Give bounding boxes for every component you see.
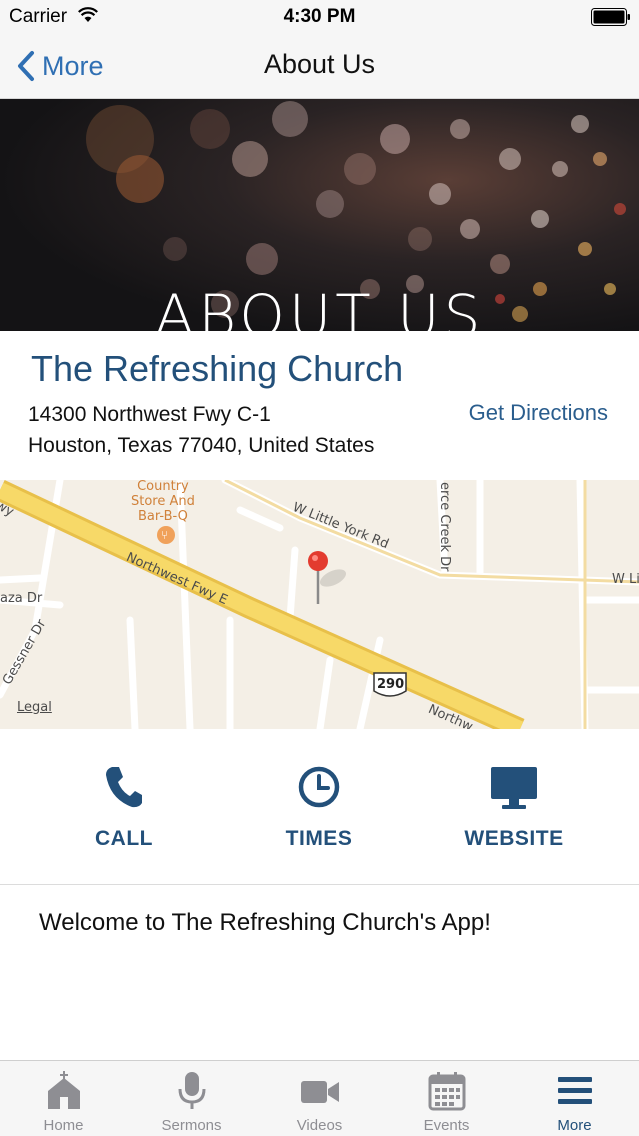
monitor-icon bbox=[491, 767, 537, 809]
map-label-plaza: aza Dr bbox=[0, 591, 43, 606]
poi-restaurant-icon: ⑂ bbox=[161, 528, 169, 542]
status-bar: Carrier 4:30 PM bbox=[0, 0, 639, 34]
tab-sermons-label: Sermons bbox=[161, 1117, 222, 1134]
battery-icon bbox=[591, 8, 630, 26]
welcome-message: Welcome to The Refreshing Church's App! bbox=[39, 909, 491, 936]
phone-icon bbox=[106, 767, 142, 808]
tab-videos-label: Videos bbox=[296, 1117, 343, 1134]
tab-home-label: Home bbox=[43, 1117, 84, 1134]
call-button[interactable]: CALL bbox=[24, 729, 224, 885]
church-info: The Refreshing Church 14300 Northwest Fw… bbox=[0, 331, 639, 480]
map-legal-link[interactable]: Legal bbox=[17, 700, 52, 715]
map-label-pierce-creek: erce Creek Dr bbox=[437, 482, 452, 572]
address-line-2: Houston, Texas 77040, United States bbox=[28, 434, 375, 457]
tab-more[interactable]: More bbox=[511, 1061, 638, 1136]
menu-icon bbox=[557, 1077, 592, 1104]
poi-label-line-3: Bar-B-Q bbox=[137, 509, 188, 524]
hero-title: ABOUT US bbox=[154, 282, 485, 331]
status-time: 4:30 PM bbox=[283, 6, 356, 27]
action-row: CALL TIMES WEBSITE bbox=[0, 729, 639, 885]
clock-icon bbox=[298, 766, 340, 808]
tab-bar: Home Sermons Videos Events More bbox=[0, 1060, 639, 1136]
tab-home[interactable]: Home bbox=[0, 1061, 127, 1136]
map-label-w-li: W Li bbox=[612, 572, 639, 587]
website-label: WEBSITE bbox=[464, 827, 564, 850]
microphone-icon bbox=[178, 1072, 205, 1109]
route-290-shield: 290 bbox=[377, 677, 405, 692]
poi-label: Country Store And Bar-B-Q bbox=[131, 479, 195, 524]
tab-sermons[interactable]: Sermons bbox=[128, 1061, 255, 1136]
poi-label-line-1: Country bbox=[137, 479, 189, 494]
navigation-bar: More About Us bbox=[0, 34, 639, 99]
tab-more-label: More bbox=[557, 1117, 592, 1134]
website-button[interactable]: WEBSITE bbox=[414, 729, 614, 885]
tab-events-label: Events bbox=[423, 1117, 470, 1134]
tab-events[interactable]: Events bbox=[383, 1061, 510, 1136]
get-directions-link[interactable]: Get Directions bbox=[469, 400, 608, 426]
times-label: TIMES bbox=[285, 827, 353, 850]
calendar-icon bbox=[428, 1072, 465, 1111]
location-map[interactable]: W Little York Rd W Li Northwest Fwy E No… bbox=[0, 480, 639, 729]
video-camera-icon bbox=[300, 1081, 339, 1103]
hero-banner: ABOUT US bbox=[0, 99, 639, 331]
church-name: The Refreshing Church bbox=[31, 348, 404, 389]
tab-videos[interactable]: Videos bbox=[256, 1061, 383, 1136]
times-button[interactable]: TIMES bbox=[219, 729, 419, 885]
church-icon bbox=[47, 1071, 80, 1109]
call-label: CALL bbox=[95, 827, 153, 850]
address-line-1: 14300 Northwest Fwy C-1 bbox=[28, 403, 271, 426]
poi-label-line-2: Store And bbox=[131, 494, 195, 509]
page-title: About Us bbox=[263, 49, 376, 79]
